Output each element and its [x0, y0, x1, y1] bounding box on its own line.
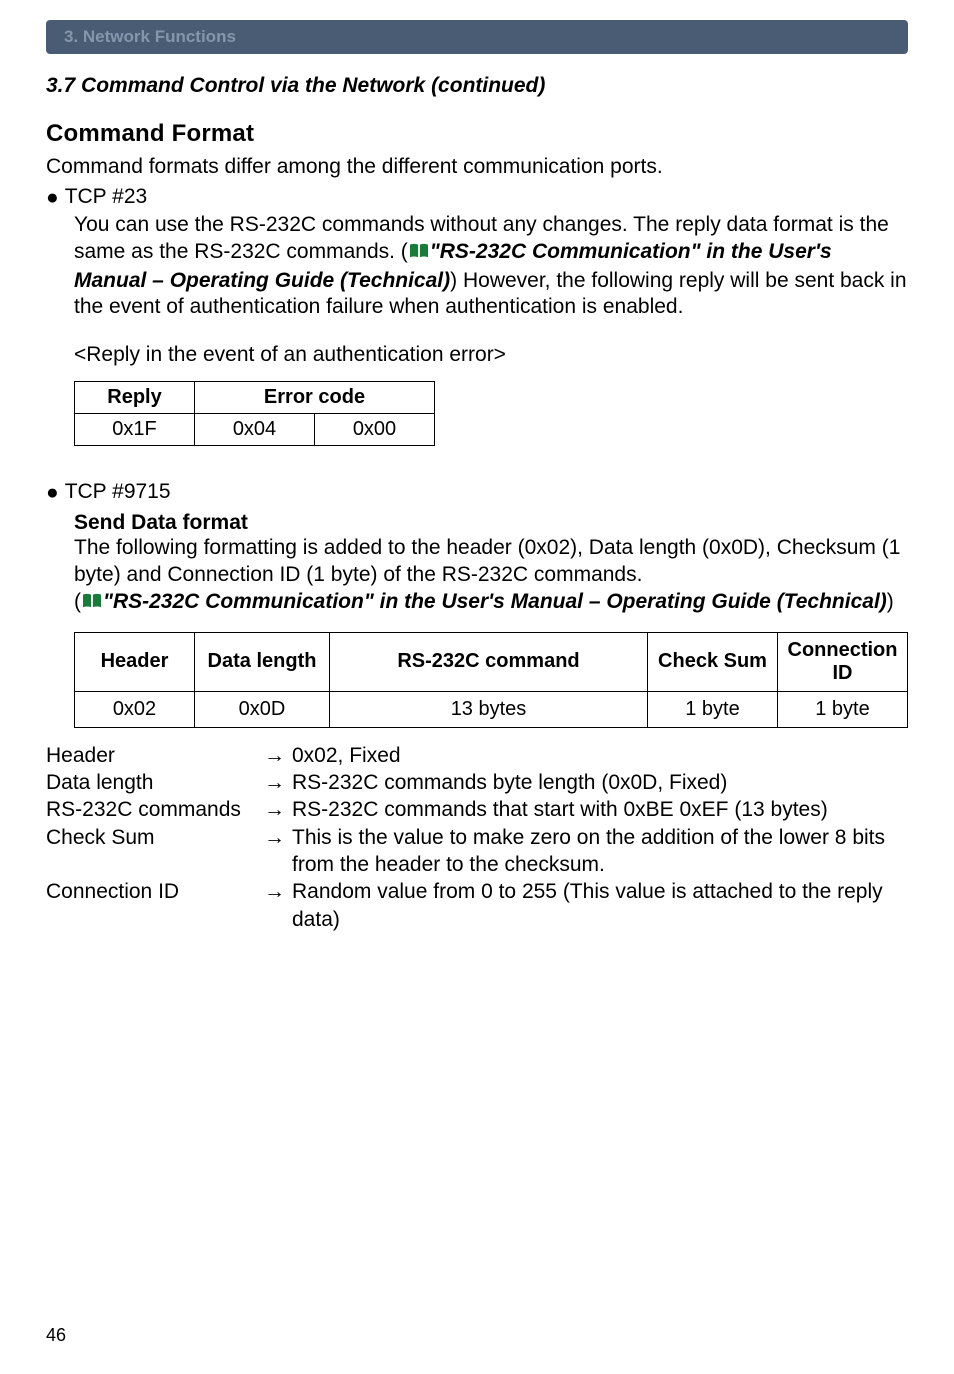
book-icon	[408, 241, 430, 268]
reply-caption: <Reply in the event of an authentication…	[46, 343, 908, 367]
dt-val-cmd: 13 bytes	[330, 691, 648, 727]
field-desc: Random value from 0 to 255 (This value i…	[292, 878, 908, 933]
table-row: 0x02 0x0D 13 bytes 1 byte 1 byte	[75, 691, 908, 727]
error-value-1: 0x04	[195, 414, 315, 446]
arrow-icon: →	[264, 878, 292, 933]
section-subtitle: 3.7 Command Control via the Network (con…	[46, 74, 908, 98]
arrow-icon: →	[264, 824, 292, 879]
dt-header-cmd: RS-232C command	[330, 632, 648, 691]
dt-header-cid: Connection ID	[778, 632, 908, 691]
field-desc: 0x02, Fixed	[292, 742, 908, 769]
tcp23-bullet-label: TCP #23	[65, 185, 148, 209]
field-row-header: Header → 0x02, Fixed	[46, 742, 908, 769]
page-number: 46	[46, 1325, 66, 1346]
dt-header-csum: Check Sum	[648, 632, 778, 691]
send-body: The following formatting is added to the…	[46, 535, 908, 618]
data-format-table: Header Data length RS-232C command Check…	[74, 632, 908, 728]
field-definitions: Header → 0x02, Fixed Data length → RS-23…	[46, 742, 908, 933]
send-body-paren-open: (	[74, 590, 81, 613]
reply-table: Reply Error code 0x1F 0x04 0x00	[74, 381, 435, 446]
bullet-dot-icon: ●	[46, 185, 65, 212]
command-format-heading: Command Format	[46, 120, 908, 148]
send-body-part1: The following formatting is added to the…	[74, 536, 900, 586]
error-value-2: 0x00	[315, 414, 435, 446]
tcp23-bullet-row: ● TCP #23	[46, 185, 908, 212]
field-label: Header	[46, 742, 264, 769]
section-banner-label: 3. Network Functions	[64, 27, 236, 47]
field-label: Check Sum	[46, 824, 264, 879]
dt-val-cid: 1 byte	[778, 691, 908, 727]
reply-header: Reply	[75, 382, 195, 414]
dt-val-csum: 1 byte	[648, 691, 778, 727]
field-row-checksum: Check Sum → This is the value to make ze…	[46, 824, 908, 879]
table-row: Reply Error code	[75, 382, 435, 414]
reply-value: 0x1F	[75, 414, 195, 446]
tcp23-body: You can use the RS-232C commands without…	[46, 212, 908, 322]
field-desc: RS-232C commands byte length (0x0D, Fixe…	[292, 769, 908, 796]
field-label: Data length	[46, 769, 264, 796]
bullet-dot-icon: ●	[46, 480, 65, 507]
table-row: 0x1F 0x04 0x00	[75, 414, 435, 446]
arrow-icon: →	[264, 769, 292, 796]
dt-header-header: Header	[75, 632, 195, 691]
field-label: RS-232C commands	[46, 796, 264, 823]
table-row: Header Data length RS-232C command Check…	[75, 632, 908, 691]
field-row-connectionid: Connection ID → Random value from 0 to 2…	[46, 878, 908, 933]
tcp9715-bullet-label: TCP #9715	[65, 480, 171, 504]
send-body-paren-close: )	[887, 590, 894, 613]
send-data-format-heading: Send Data format	[46, 511, 908, 535]
reference-2: "RS-232C Communication" in the User's Ma…	[103, 590, 887, 613]
field-desc: This is the value to make zero on the ad…	[292, 824, 908, 879]
errorcode-header: Error code	[195, 382, 435, 414]
arrow-icon: →	[264, 796, 292, 823]
field-desc: RS-232C commands that start with 0xBE 0x…	[292, 796, 908, 823]
dt-header-dlen: Data length	[195, 632, 330, 691]
intro-paragraph: Command formats differ among the differe…	[46, 154, 908, 181]
dt-val-dlen: 0x0D	[195, 691, 330, 727]
dt-val-header: 0x02	[75, 691, 195, 727]
field-row-commands: RS-232C commands → RS-232C commands that…	[46, 796, 908, 823]
field-row-dlen: Data length → RS-232C commands byte leng…	[46, 769, 908, 796]
arrow-icon: →	[264, 742, 292, 769]
section-banner: 3. Network Functions	[46, 20, 908, 54]
field-label: Connection ID	[46, 878, 264, 933]
tcp9715-bullet-row: ● TCP #9715	[46, 480, 908, 507]
tcp23-body-paren-close: )	[450, 269, 457, 292]
book-icon	[81, 591, 103, 618]
